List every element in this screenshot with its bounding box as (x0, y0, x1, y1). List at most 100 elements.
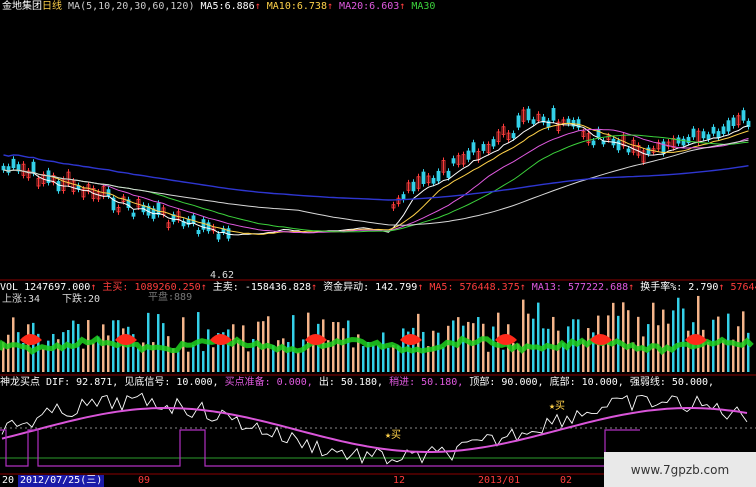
volume-bar (637, 316, 640, 372)
volume-bar (167, 336, 170, 372)
indicator-name[interactable]: 神龙买点 (0, 377, 40, 388)
candle-body (731, 117, 736, 127)
candle-body (711, 126, 716, 134)
volume-bar (342, 328, 345, 372)
turnover-label: 换手率%: (640, 282, 683, 293)
volume-bar (472, 323, 475, 372)
low-price-label: 4.62 (210, 270, 235, 281)
ma5-value: 6.886 (224, 1, 255, 12)
volume-bar (682, 308, 685, 372)
fund-value: 142.799 (375, 282, 418, 293)
main-buy-label: 主买: (102, 282, 129, 293)
volume-bar (237, 339, 240, 372)
arrow-icon: ↑ (628, 282, 635, 293)
candle-body (216, 233, 221, 240)
ma-line (3, 122, 749, 235)
candle-body (481, 144, 486, 151)
watermark: www.7gpzb.com (604, 452, 756, 487)
buy-marker-1[interactable]: ★买 (385, 426, 401, 441)
volume-bar (522, 299, 525, 372)
volume-bar (67, 330, 70, 372)
period-label[interactable]: 日线 (42, 1, 62, 12)
volume-bar (302, 339, 305, 372)
volume-bar (207, 329, 210, 372)
candle-body (191, 215, 196, 224)
volume-bar (187, 351, 190, 372)
volume-bar (477, 317, 480, 372)
buy-marker-2[interactable]: ★买 (549, 397, 565, 412)
arrow-icon: ↑ (326, 1, 334, 12)
vol-ma5-value: 576448.375 (459, 282, 520, 293)
arrow-icon: ↑ (718, 282, 725, 293)
arrow-icon: ↑ (417, 282, 424, 293)
volume-bar (212, 347, 215, 372)
vol-extra-value: 576448.375 (730, 282, 756, 293)
volume-bar (332, 321, 335, 372)
candle-body (706, 134, 711, 140)
volume-bar (462, 325, 465, 372)
volume-bar (7, 334, 10, 372)
candle-body (131, 212, 136, 217)
volume-bar (137, 348, 140, 372)
turnover-value: 2.790 (688, 282, 719, 293)
candle-body (1, 165, 6, 171)
ma10-value: 6.738 (296, 1, 327, 12)
stock-name[interactable]: 金地集团 (2, 1, 42, 12)
ma20-value: 6.603 (369, 1, 400, 12)
volume-bar (487, 351, 490, 372)
dif-label: DIF: (46, 377, 71, 388)
volume-bar (557, 330, 560, 372)
vol-ma5-label: MA5: (429, 282, 454, 293)
volume-bar (282, 338, 285, 372)
candle-body (526, 108, 531, 121)
candle-body (436, 170, 441, 182)
volume-bar (292, 315, 295, 372)
volume-bar (227, 329, 230, 372)
volume-bar (337, 322, 340, 372)
volume-bar (642, 336, 645, 372)
ma5-label: MA5: (200, 1, 225, 12)
volume-bar (697, 295, 700, 372)
arrow-icon: ↑ (90, 282, 97, 293)
candle-body (31, 161, 36, 174)
candle-body (196, 229, 201, 235)
volume-bar (42, 349, 45, 372)
volume-bar (702, 329, 705, 372)
candle-body (466, 150, 471, 160)
stock-chart[interactable] (0, 0, 756, 487)
up-value: 34 (28, 294, 41, 305)
volume-bar (662, 309, 665, 372)
ma-line (3, 128, 749, 234)
ma10-label: MA10: (266, 1, 297, 12)
exit-value: 50.180 (340, 377, 378, 388)
current-date[interactable]: 2012/07/25(三) (18, 475, 105, 487)
advance-label: 稍进: (389, 377, 416, 388)
candle-body (511, 133, 516, 139)
candle-body (551, 108, 556, 121)
axis-tick-1: 09 (138, 475, 151, 486)
bottom-label: 底部: (549, 377, 576, 388)
candle-body (446, 170, 451, 178)
volume-bar (482, 323, 485, 372)
volume-bar (372, 345, 375, 372)
volume-bar (737, 326, 740, 372)
candle-body (591, 140, 596, 146)
down-count: 下跌:20 (62, 294, 100, 306)
candle-body (56, 181, 61, 192)
vol-ma13-label: MA13: (531, 282, 562, 293)
volume-bar (297, 351, 300, 372)
volume-bar (147, 312, 150, 372)
candle-body (691, 128, 696, 138)
volume-bar (87, 320, 90, 372)
arrow-icon: ↑ (399, 1, 406, 12)
fund-label: 资金异动: (323, 282, 370, 293)
volume-bar (547, 328, 550, 372)
volume-bar (312, 343, 315, 372)
axis-tick-3: 2013/01 (478, 475, 521, 486)
volume-bar (17, 332, 20, 372)
volume-bar (192, 344, 195, 372)
volume-bar (347, 320, 350, 372)
vol-label: VOL (0, 282, 19, 293)
volume-bar (317, 323, 320, 372)
bottom-value: 10.000 (581, 377, 618, 388)
